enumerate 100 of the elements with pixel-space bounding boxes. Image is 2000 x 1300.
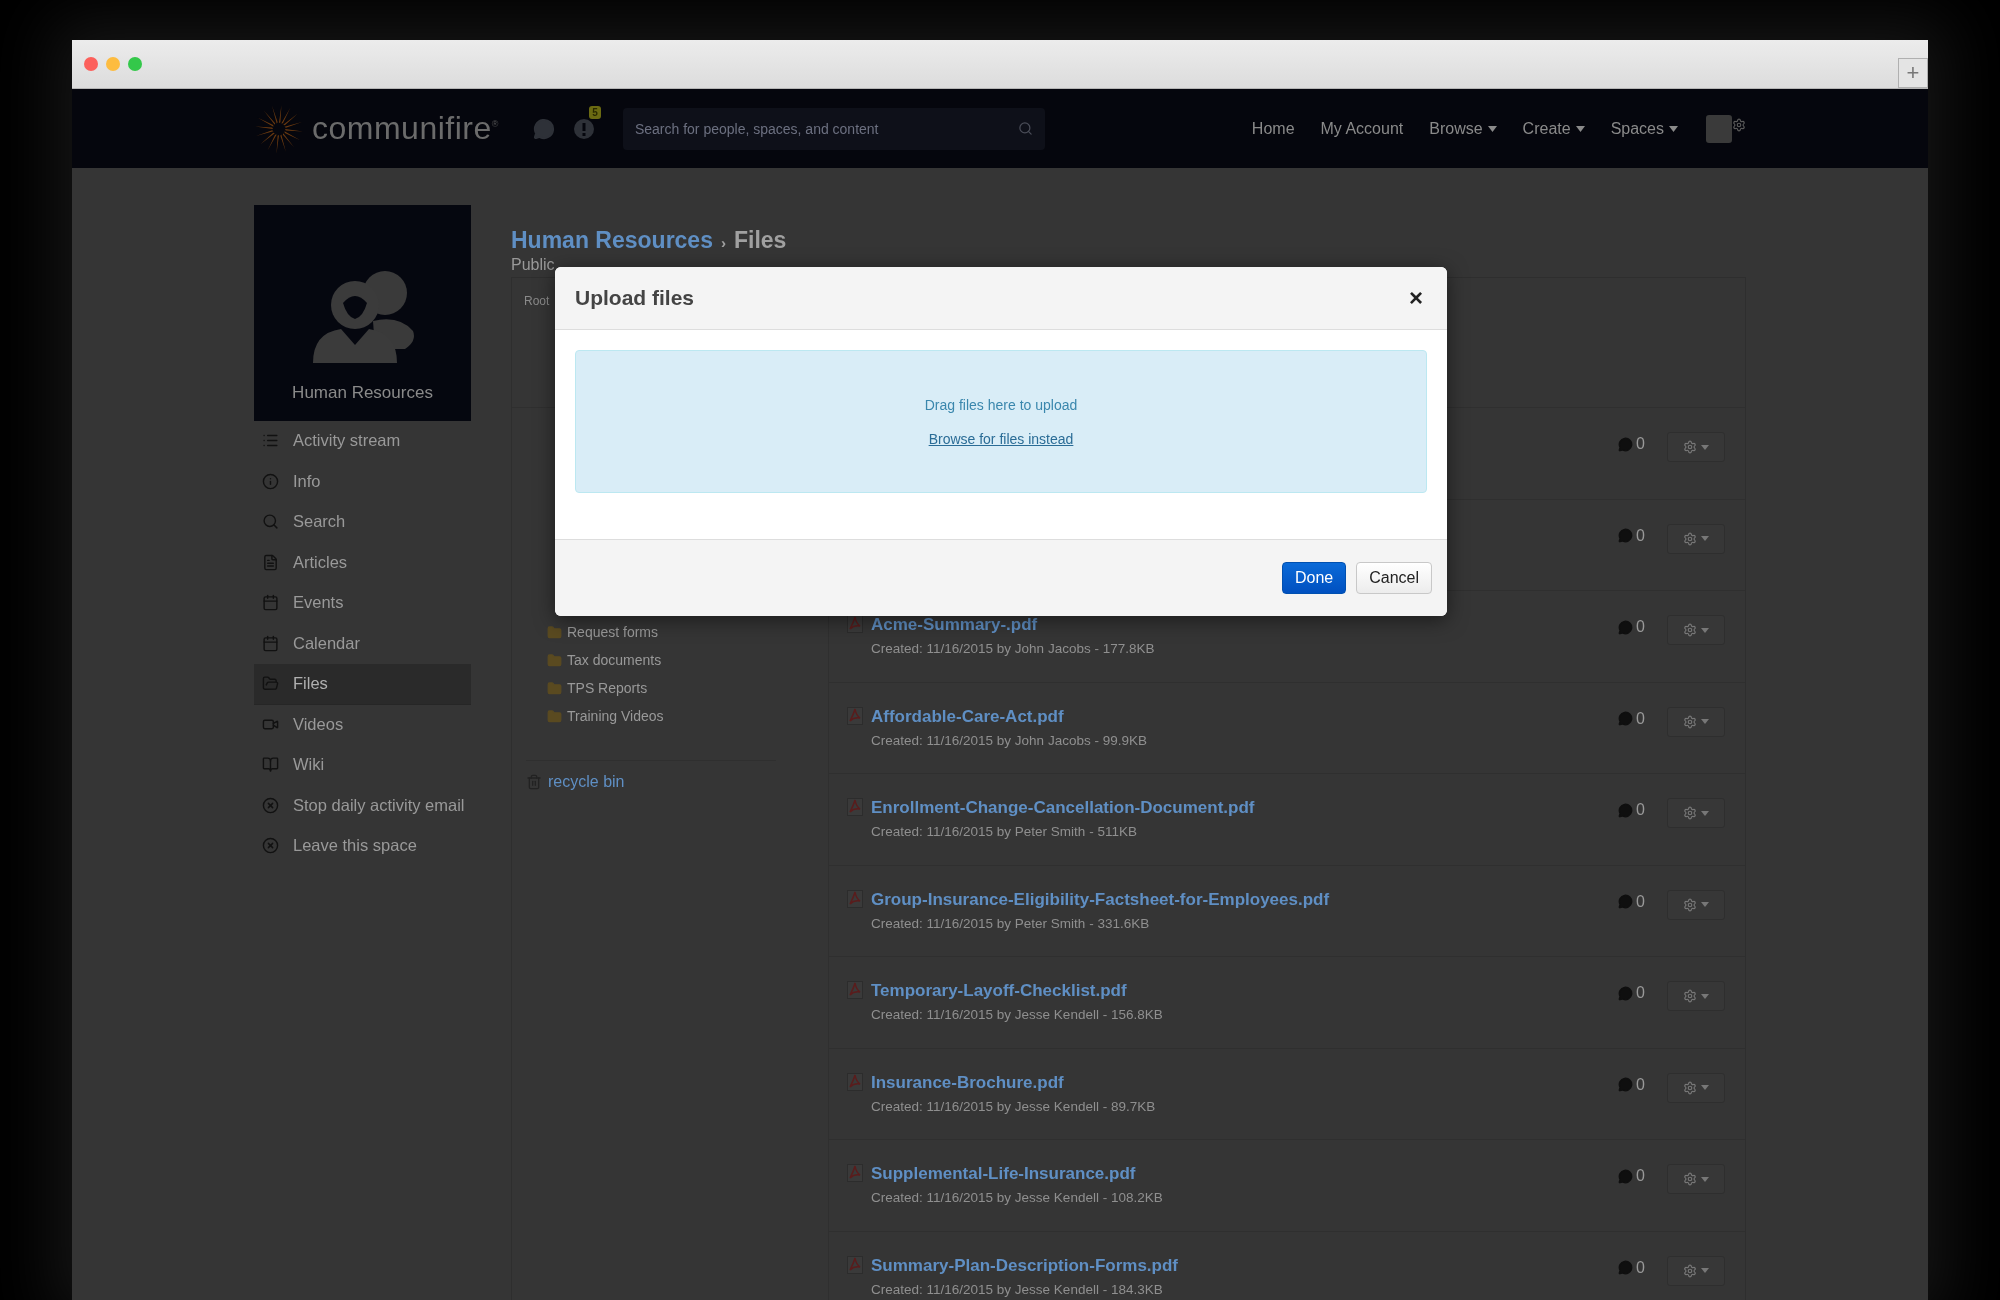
- window-control-dot[interactable]: [106, 57, 120, 71]
- close-circle-icon: [262, 837, 279, 855]
- file-link[interactable]: Enrollment-Change-Cancellation-Document.pdf: [871, 798, 1611, 818]
- gear-icon: [1683, 897, 1697, 912]
- comment-icon: [1618, 894, 1634, 909]
- new-tab-button[interactable]: +: [1898, 58, 1928, 88]
- drop-hint: Drag files here to upload: [924, 396, 1078, 413]
- settings-icon[interactable]: [1732, 117, 1746, 132]
- file-actions-button[interactable]: [1667, 981, 1725, 1011]
- file-details: Created: 11/16/2015 by Jesse Kendell - 89.7KB: [871, 1098, 1157, 1114]
- comment-count: 0: [1618, 889, 1645, 914]
- close-circle-icon: [262, 796, 279, 814]
- comment-count: 0: [1618, 1072, 1645, 1097]
- close-button[interactable]: ×: [1405, 284, 1427, 312]
- drop-zone[interactable]: Drag files here to upload Browse for files instead: [575, 350, 1427, 493]
- file-actions-button[interactable]: [1667, 889, 1725, 920]
- pdf-icon: [847, 981, 863, 999]
- sidebar-item[interactable]: Wiki: [254, 745, 471, 786]
- caret-icon: [1701, 536, 1709, 541]
- folder-icon: [547, 680, 562, 696]
- folder-item[interactable]: Tax documents: [526, 646, 776, 674]
- alert-icon[interactable]: [572, 117, 595, 140]
- sidebar-item[interactable]: Files: [254, 664, 471, 705]
- gear-icon: [1683, 1080, 1697, 1095]
- window-control-dot[interactable]: [128, 57, 142, 71]
- nav-link[interactable]: Home: [1251, 119, 1295, 138]
- pdf-icon: [847, 1072, 863, 1091]
- file-link[interactable]: Affordable-Care-Act.pdf: [871, 706, 1611, 727]
- gear-icon: [1683, 623, 1697, 637]
- comment-count: 0: [1618, 798, 1645, 822]
- file-actions-button[interactable]: [1667, 432, 1725, 462]
- logo-text[interactable]: communifire$^{®}$: [312, 110, 499, 147]
- folder-item[interactable]: Request forms: [526, 618, 776, 646]
- file-details: Created: 11/16/2015 by Jesse Kendell - 156.8KB: [871, 1007, 1164, 1022]
- file-link[interactable]: Temporary-Layoff-Checklist.pdf: [871, 981, 1611, 1001]
- sidebar-item[interactable]: Stop daily activity email: [254, 785, 471, 826]
- file-actions-button[interactable]: [1667, 615, 1725, 645]
- sidebar-item[interactable]: Calendar: [254, 623, 471, 664]
- nav-link[interactable]: Browse: [1429, 119, 1497, 138]
- sidebar-item[interactable]: Leave this space: [254, 826, 471, 867]
- gear-icon: [1683, 806, 1697, 820]
- folder-item[interactable]: Training Videos: [526, 702, 776, 730]
- gear-icon: [1683, 714, 1697, 729]
- comment-icon: [1618, 1077, 1634, 1092]
- comment-icon: [1618, 436, 1634, 452]
- sidebar-item[interactable]: Info: [254, 461, 471, 502]
- file-link[interactable]: Insurance-Brochure.pdf: [871, 1072, 1611, 1093]
- window-control-dot[interactable]: [84, 57, 98, 71]
- search-icon[interactable]: [1017, 121, 1033, 136]
- sidebar-item[interactable]: Events: [254, 583, 471, 624]
- cancel-button[interactable]: Cancel: [1356, 562, 1432, 594]
- caret-icon: [1701, 627, 1709, 633]
- comment-count: 0: [1618, 1164, 1645, 1188]
- recycle-bin-link[interactable]: recycle bin: [548, 773, 625, 791]
- file-link[interactable]: Summary-Plan-Description-Forms.pdf: [871, 1255, 1611, 1276]
- document-icon: [262, 553, 279, 571]
- breadcrumb-link[interactable]: Human Resources: [511, 227, 713, 254]
- sidebar-item[interactable]: Search: [254, 502, 471, 543]
- comment-icon: [1618, 1168, 1634, 1184]
- search-field[interactable]: Search for people, spaces, and content: [622, 107, 1045, 150]
- folder-icon: [262, 675, 279, 693]
- search-icon: [262, 513, 279, 531]
- notification-badge: 5: [589, 105, 601, 119]
- space-name: Human Resources: [292, 383, 433, 403]
- file-actions-button[interactable]: [1667, 1255, 1725, 1286]
- pdf-icon: [847, 1255, 863, 1274]
- browse-link[interactable]: Browse for files instead: [928, 430, 1074, 447]
- user-avatar[interactable]: [1706, 114, 1732, 143]
- file-actions-button[interactable]: [1667, 798, 1725, 828]
- file-actions-button[interactable]: [1667, 706, 1725, 737]
- file-link[interactable]: Acme-Summary-.pdf: [871, 615, 1611, 635]
- file-details: Created: 11/16/2015 by Peter Smith - 331.6KB: [871, 915, 1151, 931]
- sidebar-item[interactable]: Activity stream: [254, 421, 471, 462]
- book-icon: [262, 756, 279, 774]
- file-actions-button[interactable]: [1667, 523, 1725, 554]
- file-link[interactable]: Supplemental-Life-Insurance.pdf: [871, 1164, 1611, 1184]
- file-actions-button[interactable]: [1667, 1164, 1725, 1194]
- folder-item[interactable]: TPS Reports: [526, 674, 776, 702]
- calendar-icon: [262, 634, 279, 652]
- comment-count: 0: [1618, 706, 1645, 731]
- file-link[interactable]: Group-Insurance-Eligibility-Factsheet-for-Employees.pdf: [871, 889, 1611, 910]
- file-actions-button[interactable]: [1667, 1072, 1725, 1103]
- space-type: Public: [511, 256, 556, 274]
- pdf-icon: [847, 706, 863, 725]
- pdf-icon: [847, 889, 863, 908]
- calendar-icon: [262, 594, 279, 612]
- caret-icon: [1701, 1176, 1709, 1182]
- comment-icon: [1618, 1260, 1634, 1275]
- caret-icon: [1701, 1085, 1709, 1090]
- dialog-title: Upload files: [575, 286, 696, 310]
- nav-link[interactable]: Create: [1522, 119, 1585, 138]
- sidebar-item[interactable]: Articles: [254, 542, 471, 583]
- comment-count: 0: [1618, 1255, 1645, 1280]
- done-button[interactable]: Done: [1281, 562, 1347, 594]
- nav-link[interactable]: Spaces: [1610, 119, 1678, 138]
- comment-icon: [1618, 528, 1634, 543]
- comment-count: 0: [1618, 615, 1645, 639]
- sidebar-item[interactable]: Videos: [254, 704, 471, 745]
- gear-icon: [1683, 989, 1697, 1003]
- nav-link[interactable]: My Account: [1320, 119, 1404, 138]
